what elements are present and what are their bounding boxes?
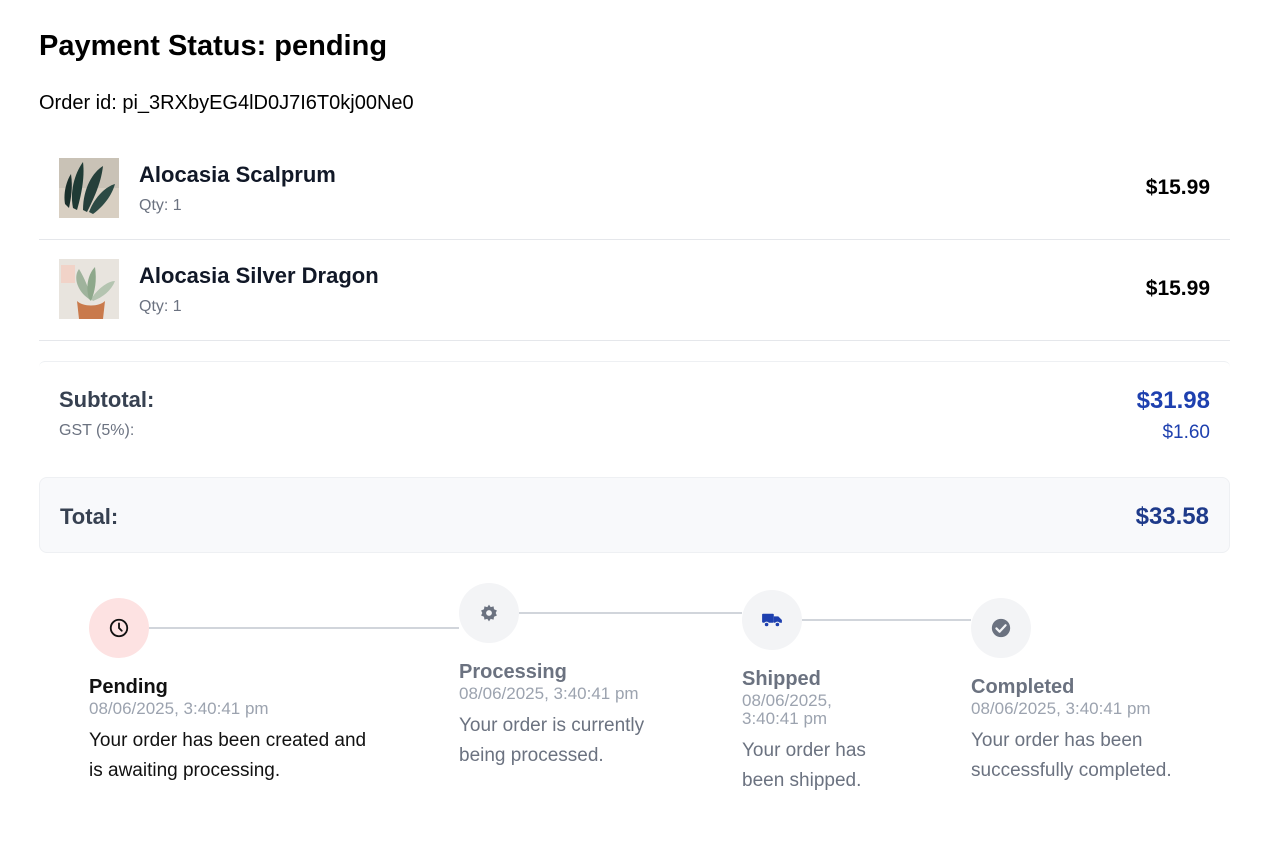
truck-icon bbox=[762, 613, 782, 628]
item-name: Alocasia Silver Dragon bbox=[139, 263, 379, 288]
step-title: Processing bbox=[459, 661, 567, 683]
order-total: Total: $33.58 bbox=[39, 477, 1230, 553]
step-processing-marker bbox=[459, 583, 519, 643]
order-id: Order id: pi_3RXbyEG4lD0J7I6T0kj00Ne0 bbox=[39, 92, 414, 114]
gst-value: $1.60 bbox=[1162, 422, 1210, 443]
timeline-connector bbox=[802, 619, 971, 621]
step-date: 08/06/2025, 3:40:41 pm bbox=[89, 699, 269, 718]
step-description: Your order has been shipped. bbox=[742, 739, 866, 791]
step-date: 08/06/2025, 3:40:41 pm bbox=[742, 691, 832, 728]
item-qty: Qty: 1 bbox=[139, 298, 182, 315]
clock-icon bbox=[109, 618, 129, 638]
step-description: Your order has been created and is await… bbox=[89, 729, 367, 781]
step-pending-marker bbox=[89, 598, 149, 658]
step-title: Pending bbox=[89, 676, 168, 698]
page-title: Payment Status: pending bbox=[39, 30, 388, 62]
step-processing: Processing 08/06/2025, 3:40:41 pm Your o… bbox=[459, 661, 649, 771]
step-pending: Pending 08/06/2025, 3:40:41 pm Your orde… bbox=[89, 676, 379, 786]
total-label: Total: bbox=[60, 504, 119, 529]
list-item: Alocasia Scalprum Qty: 1 $15.99 bbox=[39, 140, 1230, 240]
step-shipped: Shipped 08/06/2025, 3:40:41 pm Your orde… bbox=[742, 668, 892, 796]
item-qty: Qty: 1 bbox=[139, 197, 182, 214]
list-item: Alocasia Silver Dragon Qty: 1 $15.99 bbox=[39, 241, 1230, 341]
item-name: Alocasia Scalprum bbox=[139, 162, 336, 187]
step-shipped-marker bbox=[742, 590, 802, 650]
item-price: $15.99 bbox=[1145, 176, 1210, 199]
product-image bbox=[59, 158, 119, 218]
step-date: 08/06/2025, 3:40:41 pm bbox=[971, 699, 1151, 718]
step-title: Completed bbox=[971, 676, 1075, 698]
gst-label: GST (5%): bbox=[59, 422, 135, 439]
product-image bbox=[59, 259, 119, 319]
order-summary: Subtotal: GST (5%): $31.98 $1.60 bbox=[39, 361, 1230, 477]
step-description: Your order is currently being processed. bbox=[459, 714, 645, 766]
item-price: $15.99 bbox=[1145, 277, 1210, 300]
timeline-connector bbox=[149, 627, 459, 629]
step-title: Shipped bbox=[742, 668, 821, 690]
subtotal-value: $31.98 bbox=[1136, 387, 1210, 414]
step-description: Your order has been successfully complet… bbox=[971, 729, 1172, 781]
step-date: 08/06/2025, 3:40:41 pm bbox=[459, 684, 639, 703]
timeline-connector bbox=[519, 612, 742, 614]
total-value: $33.58 bbox=[1135, 503, 1209, 530]
check-circle-icon bbox=[991, 618, 1011, 638]
subtotal-label: Subtotal: bbox=[59, 387, 155, 412]
step-completed: Completed 08/06/2025, 3:40:41 pm Your or… bbox=[971, 676, 1221, 786]
gear-icon bbox=[481, 604, 497, 622]
step-completed-marker bbox=[971, 598, 1031, 658]
